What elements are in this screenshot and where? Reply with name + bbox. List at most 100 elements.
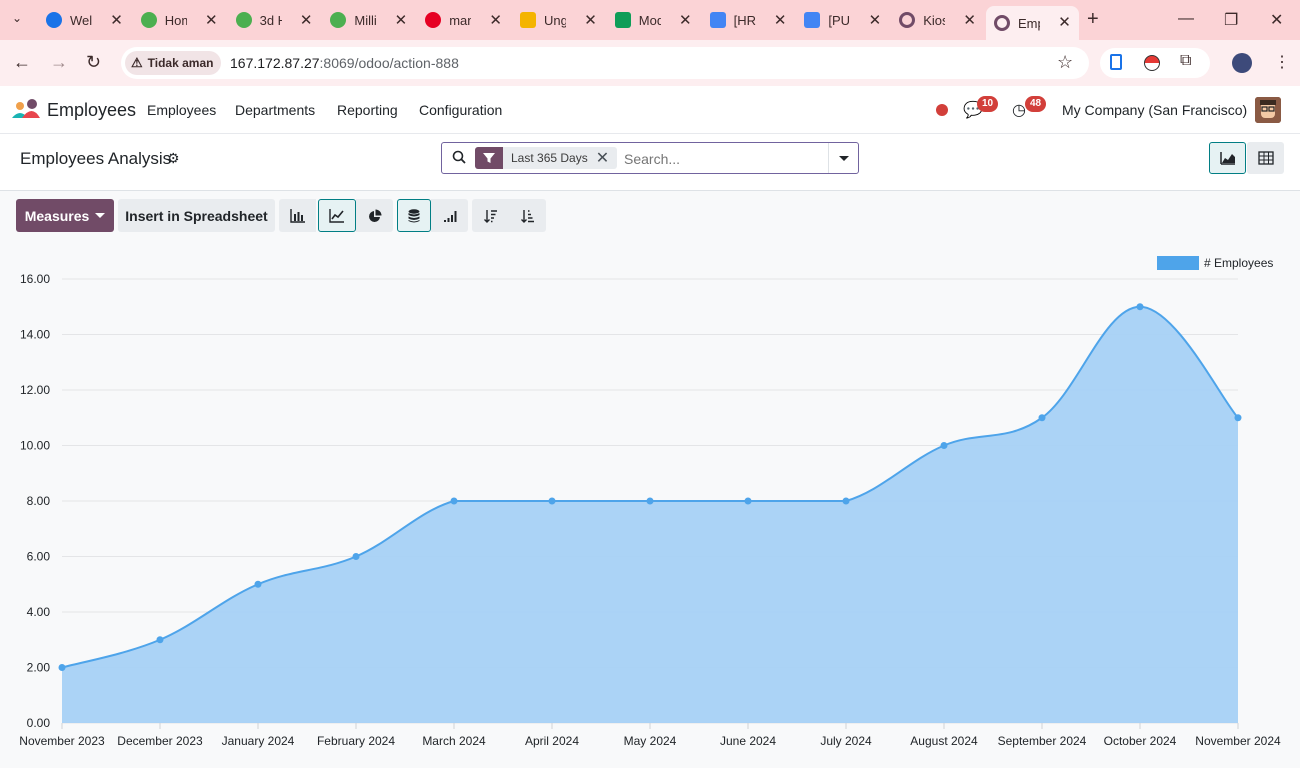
x-tick-label: July 2024	[820, 734, 872, 748]
gear-icon[interactable]: ⚙	[167, 150, 180, 167]
menu-departments[interactable]: Departments	[235, 102, 315, 118]
browser-tab[interactable]: Welc ✕	[38, 4, 131, 36]
graph-view-button[interactable]	[1209, 142, 1246, 174]
forward-icon[interactable]: →	[50, 52, 68, 73]
close-window-icon[interactable]: ✕	[1270, 10, 1283, 30]
x-tick-label: August 2024	[910, 734, 978, 748]
data-point[interactable]	[1136, 303, 1144, 311]
x-tick-label: January 2024	[222, 734, 295, 748]
data-point[interactable]	[254, 580, 262, 588]
security-label: Tidak aman	[147, 56, 214, 70]
pokeball-icon[interactable]	[1144, 55, 1160, 71]
tab-close-icon[interactable]: ✕	[110, 11, 123, 29]
employees-app-icon[interactable]	[12, 98, 40, 120]
data-point[interactable]	[450, 497, 458, 505]
browser-menu-icon[interactable]: ⋮	[1274, 52, 1290, 72]
data-point[interactable]	[548, 497, 556, 505]
reload-icon[interactable]: ↻	[86, 52, 101, 73]
odoo-navbar: Employees Employees Departments Reportin…	[0, 86, 1300, 134]
tab-close-icon[interactable]: ✕	[774, 11, 787, 29]
tab-close-icon[interactable]: ✕	[679, 11, 692, 29]
minimize-icon[interactable]: —	[1178, 10, 1194, 28]
line-chart-button[interactable]	[318, 199, 356, 232]
browser-tab[interactable]: 3d H ✕	[228, 4, 321, 36]
reader-icon[interactable]	[1110, 54, 1122, 70]
tab-close-icon[interactable]: ✕	[395, 11, 408, 29]
tab-close-icon[interactable]: ✕	[489, 11, 502, 29]
company-switcher[interactable]: My Company (San Francisco)	[1062, 102, 1247, 118]
data-point[interactable]	[1234, 414, 1242, 422]
data-point[interactable]	[58, 664, 66, 671]
back-icon[interactable]: ←	[13, 52, 31, 73]
search-bar: Last 365 Days ✕	[441, 142, 859, 174]
table-icon	[1257, 151, 1274, 165]
menu-reporting[interactable]: Reporting	[337, 102, 398, 118]
browser-tab[interactable]: [PUF ✕	[796, 4, 889, 36]
browser-tab[interactable]: [HR] ✕	[702, 4, 795, 36]
tab-close-icon[interactable]: ✕	[300, 11, 313, 29]
sort-ascending-button[interactable]	[509, 199, 546, 232]
new-tab-icon[interactable]: +	[1087, 8, 1099, 31]
tab-close-icon[interactable]: ✕	[584, 11, 597, 29]
url-text[interactable]: 167.172.87.27:8069/odoo/action-888	[230, 55, 459, 71]
y-tick-label: 4.00	[27, 605, 51, 619]
extensions-icon[interactable]: ⧉	[1180, 52, 1191, 70]
docs-icon	[709, 12, 726, 28]
y-tick-label: 2.00	[27, 661, 51, 675]
tab-close-icon[interactable]: ✕	[963, 11, 976, 29]
data-point[interactable]	[156, 636, 164, 644]
insert-spreadsheet-button[interactable]: Insert in Spreadsheet	[118, 199, 275, 232]
search-input[interactable]	[624, 149, 824, 169]
tab-close-icon[interactable]: ✕	[205, 11, 218, 29]
insert-spreadsheet-label: Insert in Spreadsheet	[125, 207, 268, 224]
pie-chart-button[interactable]	[356, 199, 393, 232]
data-point[interactable]	[352, 553, 360, 560]
stacked-button[interactable]	[397, 199, 431, 232]
messages-badge: 10	[977, 96, 999, 112]
cumulative-button[interactable]	[431, 199, 468, 232]
profile-avatar[interactable]	[1232, 53, 1252, 73]
data-point[interactable]	[842, 497, 850, 505]
chart-legend[interactable]: # Employees	[1157, 256, 1273, 270]
menu-configuration[interactable]: Configuration	[419, 102, 502, 118]
odoo-green-icon	[140, 12, 157, 28]
tab-close-icon[interactable]: ✕	[1058, 13, 1071, 31]
browser-tab[interactable]: man ✕	[417, 4, 510, 36]
data-point[interactable]	[744, 497, 752, 505]
browser-tab[interactable]: Kios ✕	[891, 4, 984, 36]
pinterest-icon	[425, 12, 442, 28]
measures-button[interactable]: Measures	[16, 199, 114, 232]
data-point[interactable]	[1038, 414, 1046, 422]
bar-chart-button[interactable]	[279, 199, 316, 232]
search-options-toggle[interactable]	[828, 143, 858, 173]
user-avatar[interactable]	[1255, 97, 1281, 123]
data-point[interactable]	[940, 442, 948, 449]
browser-tab[interactable]: Millic ✕	[322, 4, 415, 36]
browser-tab[interactable]: Ungi ✕	[512, 4, 605, 36]
tab-title: Welc	[70, 12, 92, 28]
recording-status-icon[interactable]	[936, 104, 948, 116]
browser-tab[interactable]: Hom ✕	[133, 4, 226, 36]
area-chart-icon	[1219, 152, 1235, 165]
bookmark-star-icon[interactable]: ☆	[1057, 52, 1073, 73]
activities-icon[interactable]: ◷	[1012, 100, 1026, 120]
odoo-ring-icon	[994, 15, 1010, 31]
browser-tab[interactable]: Mod ✕	[607, 4, 700, 36]
browser-tab[interactable]: Emp ✕	[986, 6, 1079, 40]
legend-label: # Employees	[1204, 256, 1273, 270]
x-tick-label: November 2024	[1195, 734, 1281, 748]
security-chip[interactable]: ⚠ Tidak aman	[125, 51, 222, 75]
facet-remove-icon[interactable]: ✕	[596, 148, 617, 168]
sort-descending-button[interactable]	[472, 199, 509, 232]
data-point[interactable]	[646, 497, 654, 505]
tab-close-icon[interactable]: ✕	[869, 11, 882, 29]
pivot-view-button[interactable]	[1247, 142, 1284, 174]
url-host: 167.172.87.27	[230, 55, 320, 71]
app-name[interactable]: Employees	[47, 100, 136, 121]
search-icon[interactable]	[452, 150, 466, 164]
restore-icon[interactable]: ❐	[1224, 10, 1238, 30]
y-tick-label: 12.00	[20, 383, 50, 397]
tab-search-icon[interactable]: ⌄	[12, 11, 22, 25]
menu-employees[interactable]: Employees	[147, 102, 216, 118]
odoo-green-icon	[330, 12, 347, 28]
